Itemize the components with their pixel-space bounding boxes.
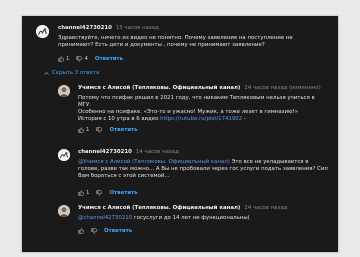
- avatar[interactable]: [36, 25, 49, 38]
- reply-link[interactable]: https://rutube.ru/plst/1741902: [160, 116, 242, 122]
- reply-button[interactable]: Ответить: [109, 190, 137, 196]
- dislike-button[interactable]: [96, 127, 109, 133]
- reply-text: @Учимся с Алисой (Тепляковы. Официальный…: [78, 159, 328, 180]
- like-count: 1: [66, 56, 70, 62]
- reply-header: Учимся с Алисой (Тепляковы. Официальный …: [78, 205, 287, 212]
- user-avatar-icon: [58, 149, 70, 161]
- reply-item: Учимся с Алисой (Тепляковы. Официальный …: [22, 202, 338, 252]
- reply-header: Учимся с Алисой (Тепляковы. Официальный …: [78, 85, 321, 92]
- like-button[interactable]: [78, 228, 91, 234]
- reply-text: Потому что псифак решил в 2021 году, что…: [78, 95, 328, 123]
- comment-actions: 1 4 Ответить: [58, 56, 123, 62]
- avatar[interactable]: [58, 149, 70, 161]
- reply-author[interactable]: Учимся с Алисой (Тепляковы. Официальный …: [78, 205, 240, 211]
- reply-mention[interactable]: @channel42730210: [78, 215, 132, 221]
- thumbs-up-icon: [58, 56, 64, 62]
- reply-button[interactable]: Ответить: [109, 127, 137, 133]
- reply-author[interactable]: channel42730210: [78, 149, 132, 155]
- reply-button[interactable]: Ответить: [95, 56, 123, 62]
- dislike-button[interactable]: [91, 228, 104, 234]
- reply-mention[interactable]: @Учимся с Алисой (Тепляковы. Официальный…: [78, 159, 230, 165]
- reply-count: 4: [84, 56, 88, 62]
- reply-actions: Ответить: [78, 228, 132, 234]
- like-button[interactable]: 1: [58, 56, 76, 62]
- avatar[interactable]: [58, 205, 70, 217]
- like-count: 1: [86, 127, 90, 133]
- hide-replies-label: Скрыть 3 ответа: [52, 70, 100, 76]
- reply-timestamp[interactable]: 14 часов назад: [136, 149, 179, 155]
- dislike-button[interactable]: [96, 190, 109, 196]
- thumbs-down-icon: [96, 190, 103, 196]
- reply-author[interactable]: Учимся с Алисой (Тепляковы. Официальный …: [78, 85, 240, 91]
- like-count: 1: [86, 190, 90, 196]
- hide-replies-toggle[interactable]: Скрыть 3 ответа: [44, 70, 99, 76]
- reply-actions: 1 Ответить: [78, 127, 138, 133]
- channel-avatar-icon: [58, 205, 70, 217]
- user-avatar-icon: [36, 25, 49, 38]
- thumbs-down-icon: [91, 228, 97, 234]
- reply-header: channel42730210 14 часов назад: [78, 149, 179, 156]
- reply-button[interactable]: Ответить: [104, 228, 132, 234]
- thumbs-up-icon: [78, 127, 84, 133]
- like-button[interactable]: 1: [78, 127, 96, 133]
- comment-timestamp[interactable]: 15 часов назад: [116, 25, 159, 31]
- reply-text: @channel42730210 госуслуги до 14 лет не …: [78, 215, 328, 222]
- comment-text: Здравствуйте, ничего из видео не понятно…: [58, 35, 293, 48]
- avatar[interactable]: [58, 85, 70, 97]
- channel-avatar-icon: [58, 85, 70, 97]
- reply-text-body: госуслуги до 14 лет не функциональны(: [132, 215, 250, 221]
- reply-item: channel42730210 14 часов назад @Учимся с …: [22, 146, 338, 202]
- thumbs-down-icon: [76, 56, 83, 62]
- chevron-up-icon: [44, 71, 49, 75]
- thumbs-down-icon: [96, 127, 103, 133]
- reply-timestamp[interactable]: 14 часов назад (изменено): [244, 85, 320, 91]
- top-comment: channel42730210 15 часов назад Здравствуй…: [22, 16, 338, 68]
- reply-item: Учимся с Алисой (Тепляковы. Официальный …: [22, 82, 338, 144]
- reply-link-suffix: -: [242, 116, 246, 122]
- comment-author[interactable]: channel42730210: [58, 25, 112, 31]
- like-button[interactable]: 1: [78, 190, 96, 196]
- comments-panel: channel42730210 15 часов назад Здравствуй…: [22, 16, 338, 252]
- dislike-button[interactable]: 4: [76, 56, 94, 62]
- reply-timestamp[interactable]: 14 часов назад: [244, 205, 287, 211]
- comment-header: channel42730210 15 часов назад: [58, 25, 159, 32]
- reply-actions: 1 Ответить: [78, 190, 138, 196]
- thumbs-up-icon: [78, 190, 84, 196]
- thumbs-up-icon: [78, 228, 84, 234]
